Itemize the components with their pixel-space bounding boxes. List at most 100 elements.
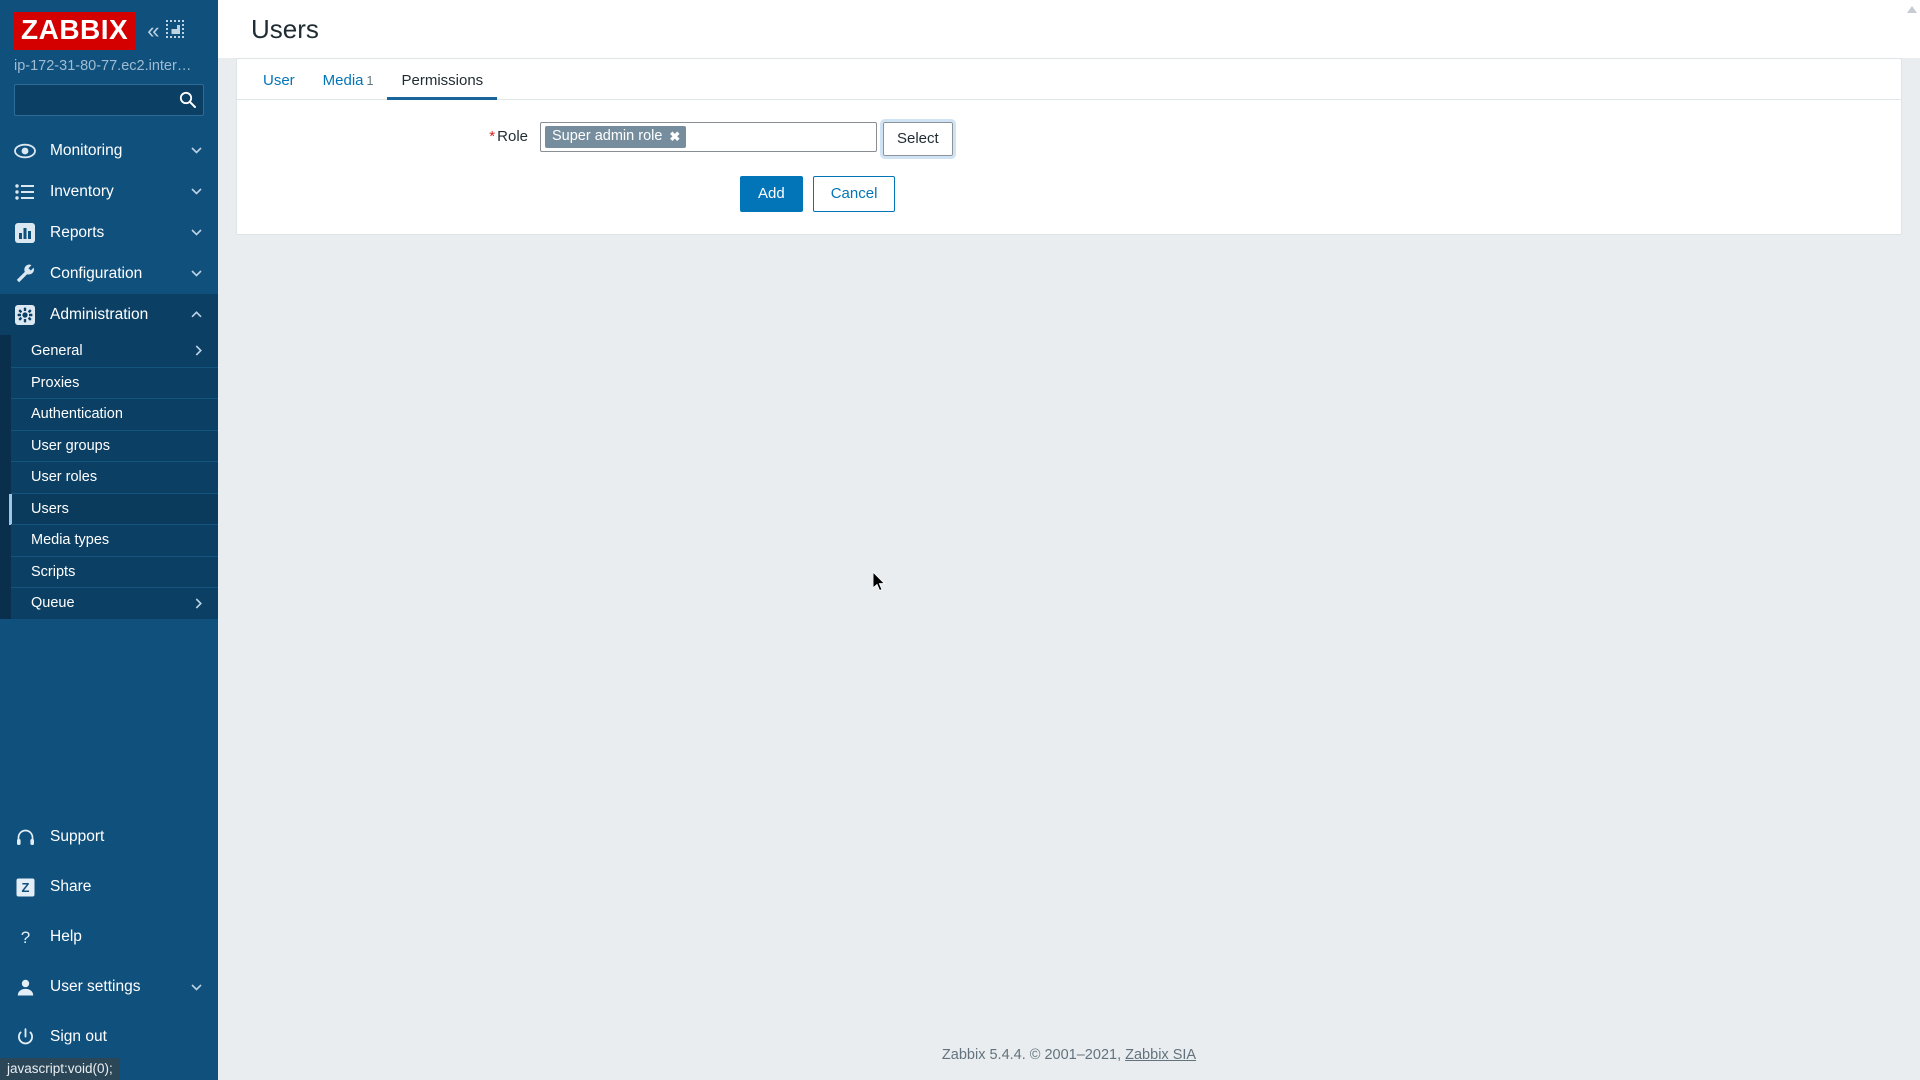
form-tabs: User Media 1 Permissions <box>237 59 1901 100</box>
sidebar-item-support[interactable]: Support <box>0 812 218 862</box>
sidebar-item-monitoring[interactable]: Monitoring <box>0 130 218 171</box>
tab-user[interactable]: User <box>249 73 309 99</box>
sidebar-item-label: Sign out <box>50 1028 107 1045</box>
search-icon[interactable] <box>179 91 196 108</box>
user-form-card: User Media 1 Permissions * Role Super ad… <box>236 58 1902 235</box>
sidebar-item-label: User settings <box>50 978 141 995</box>
chevron-down-icon <box>191 147 202 154</box>
form-actions: Add Cancel <box>237 176 1901 212</box>
bar-chart-icon <box>14 222 36 244</box>
scroll-up-indicator[interactable] <box>1907 4 1917 13</box>
svg-text:?: ? <box>20 928 29 947</box>
sidebar-subitem-proxies[interactable]: Proxies <box>11 366 218 399</box>
sidebar-subitem-general[interactable]: General <box>11 335 218 367</box>
sidebar-item-configuration[interactable]: Configuration <box>0 253 218 294</box>
select-button[interactable]: Select <box>880 119 956 159</box>
content-wrapper: User Media 1 Permissions * Role Super ad… <box>218 58 1920 235</box>
chevron-down-icon <box>191 188 202 195</box>
role-multiselect[interactable]: Super admin role ✖ <box>540 122 877 153</box>
role-label-text: Role <box>497 128 528 145</box>
sidebar-item-label: Administration <box>50 305 149 323</box>
tab-media-count: 1 <box>366 74 374 88</box>
sidebar-subitem-user-roles[interactable]: User roles <box>11 461 218 493</box>
sidebar-subitem-media-types[interactable]: Media types <box>11 524 218 556</box>
eye-icon <box>14 140 36 162</box>
sidebar: ZABBIX « ip-172-31-80-77.ec2.inter… Moni… <box>0 0 218 1080</box>
tab-label: Permissions <box>401 72 484 89</box>
sidebar-item-administration[interactable]: Administration <box>0 294 218 335</box>
sidebar-footer-nav: Support Z Share ? Help User settings Sig… <box>0 812 218 1080</box>
sidebar-subitem-label: User roles <box>31 469 98 486</box>
sidebar-subitem-label: Users <box>31 500 69 517</box>
chevron-right-icon <box>195 598 202 609</box>
role-form-row: * Role Super admin role ✖ Select <box>237 119 1901 159</box>
role-chip: Super admin role ✖ <box>545 126 687 149</box>
required-marker: * <box>489 128 496 145</box>
role-chip-label: Super admin role <box>552 128 663 144</box>
sidebar-item-label: Help <box>50 928 82 945</box>
compact-view-icon[interactable] <box>166 20 185 42</box>
list-icon <box>14 181 36 203</box>
sidebar-subitem-label: Proxies <box>31 374 80 391</box>
mouse-cursor <box>873 572 886 592</box>
chevron-right-icon <box>195 345 202 356</box>
footer-link-zabbix-sia[interactable]: Zabbix SIA <box>1125 1047 1196 1063</box>
cancel-button[interactable]: Cancel <box>812 176 896 212</box>
sidebar-subitem-label: General <box>31 342 83 359</box>
browser-status-bar: javascript:void(0); <box>0 1058 120 1080</box>
sidebar-item-label: Monitoring <box>50 141 123 159</box>
search-input[interactable] <box>14 84 204 116</box>
wrench-icon <box>14 263 36 285</box>
sidebar-subitem-queue[interactable]: Queue <box>11 587 218 619</box>
sidebar-item-sign-out[interactable]: Sign out <box>0 1012 218 1062</box>
host-name: ip-172-31-80-77.ec2.inter… <box>14 58 192 74</box>
sidebar-subitem-label: User groups <box>31 437 110 454</box>
tab-label: User <box>263 72 295 89</box>
user-icon <box>14 976 36 998</box>
search-wrapper <box>0 84 218 130</box>
sidebar-item-share[interactable]: Z Share <box>0 862 218 912</box>
sidebar-item-label: Support <box>50 828 105 845</box>
footer-text: Zabbix 5.4.4. © 2001–2021, <box>941 1047 1126 1063</box>
sidebar-item-user-settings[interactable]: User settings <box>0 962 218 1012</box>
tab-label: Media <box>322 72 364 89</box>
zabbix-share-icon: Z <box>14 876 36 898</box>
sidebar-item-label: Share <box>50 878 92 895</box>
headset-icon <box>14 826 36 848</box>
tab-media[interactable]: Media 1 <box>309 73 388 99</box>
zabbix-logo[interactable]: ZABBIX <box>14 12 136 50</box>
sidebar-item-reports[interactable]: Reports <box>0 212 218 253</box>
role-label: * Role <box>237 122 540 145</box>
main-content: Users User Media 1 Permissions * Role Su… <box>218 0 1920 1080</box>
power-icon <box>14 1026 36 1048</box>
sidebar-item-help[interactable]: ? Help <box>0 912 218 962</box>
page-header: Users <box>218 0 1920 58</box>
sidebar-item-label: Inventory <box>50 182 114 200</box>
chevron-down-icon <box>191 270 202 277</box>
chevron-down-icon <box>191 983 202 991</box>
sidebar-subitem-label: Queue <box>31 595 75 612</box>
double-chevron-left-icon[interactable]: « <box>147 20 159 42</box>
page-footer: Zabbix 5.4.4. © 2001–2021, Zabbix SIA <box>218 1047 1920 1080</box>
tab-permissions[interactable]: Permissions <box>387 72 497 100</box>
sidebar-item-label: Configuration <box>50 264 143 282</box>
sidebar-subitem-users[interactable]: Users <box>9 492 218 525</box>
role-field-area: Super admin role ✖ Select <box>540 119 956 159</box>
sidebar-subitem-authentication[interactable]: Authentication <box>11 398 218 430</box>
question-mark-icon: ? <box>14 926 36 948</box>
sidebar-subitem-user-groups[interactable]: User groups <box>11 429 218 462</box>
chevron-down-icon <box>191 229 202 236</box>
sidebar-subitem-scripts[interactable]: Scripts <box>11 555 218 588</box>
close-x-icon[interactable]: ✖ <box>669 130 680 143</box>
logo-row: ZABBIX « <box>0 0 218 56</box>
add-button[interactable]: Add <box>740 176 803 212</box>
sidebar-subitem-label: Scripts <box>31 563 76 580</box>
permissions-form: * Role Super admin role ✖ Select Add Can… <box>237 100 1901 234</box>
administration-submenu: General Proxies Authentication User grou… <box>0 335 218 619</box>
sidebar-subitem-label: Media types <box>31 532 110 549</box>
sidebar-item-label: Reports <box>50 223 105 241</box>
page-title: Users <box>251 13 319 44</box>
sidebar-item-inventory[interactable]: Inventory <box>0 171 218 212</box>
sidebar-subitem-label: Authentication <box>31 406 123 423</box>
